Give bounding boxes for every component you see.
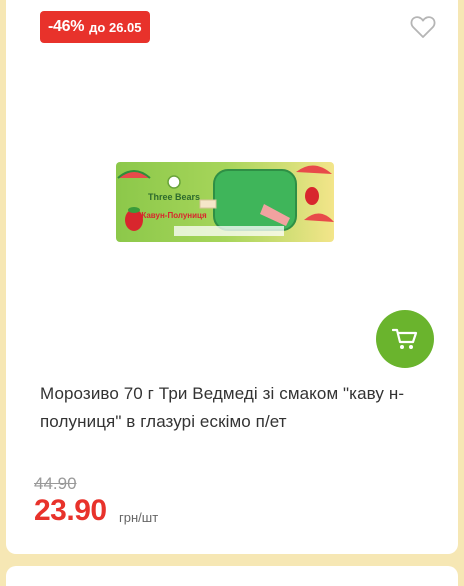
next-product-card[interactable]	[6, 566, 458, 586]
add-to-cart-button[interactable]	[376, 310, 434, 368]
discount-percent: -46%	[48, 18, 85, 35]
product-image[interactable]: Three Bears Кавун-Полуниця	[114, 160, 336, 244]
cart-icon	[392, 328, 418, 349]
price-unit: грн/шт	[119, 510, 159, 525]
discount-badge: -46% до 26.05	[40, 11, 150, 43]
brand-text: Three Bears	[148, 192, 200, 202]
product-title[interactable]: Морозиво 70 г Три Ведмеді зі смаком "кав…	[40, 380, 436, 436]
heart-icon[interactable]	[410, 15, 436, 39]
flavor-text: Кавун-Полуниця	[141, 211, 207, 220]
product-card[interactable]: -46% до 26.05 Three Bears Кавун-Полуниця	[6, 0, 458, 554]
discount-until: до 26.05	[89, 19, 142, 35]
current-price: 23.90	[34, 494, 107, 527]
brand-logo	[167, 175, 181, 189]
old-price: 44.90	[34, 474, 77, 493]
